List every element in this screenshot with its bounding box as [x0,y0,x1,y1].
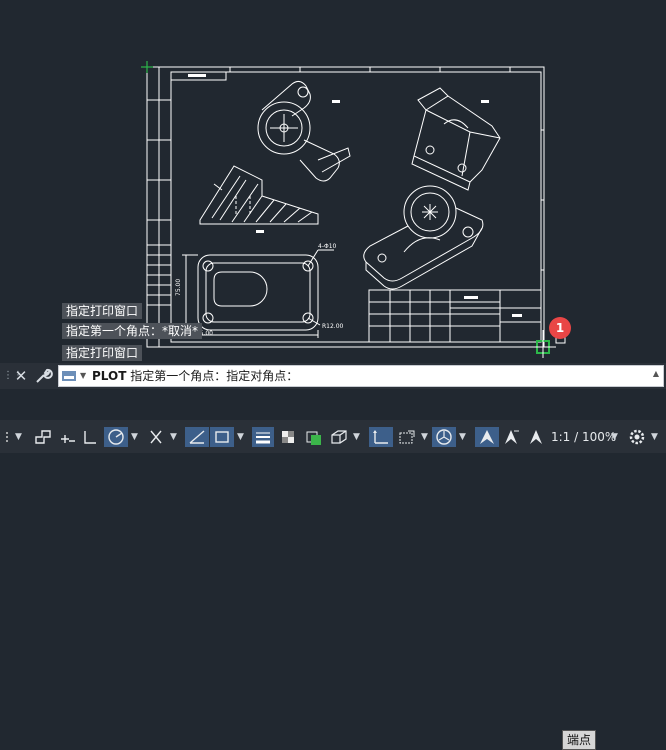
command-history-icon[interactable] [62,371,76,381]
command-keyword: PLOT [92,369,127,383]
customize-wrench-icon[interactable] [33,367,53,385]
lever-section-view [257,80,351,182]
gear-icon[interactable] [626,427,648,447]
chevron-down-icon[interactable]: ▼ [353,427,360,447]
gizmo-icon[interactable] [432,427,456,447]
command-prompt-text: 指定第一个角点：指定对角点： [130,369,299,383]
dim-radius-label: R12.00 [322,323,344,330]
history-line: 指定第一个角点：*取消* [62,323,203,339]
lineweight-icon[interactable] [252,427,274,447]
history-line: 指定打印窗口 [62,303,143,319]
chevron-down-icon[interactable]: ▼ [237,427,244,447]
snap-mode-icon[interactable] [32,427,54,447]
chevron-down-icon[interactable]: ▼ [131,427,138,447]
dim-height-label: 75.00 [175,279,182,296]
3d-object-snap-icon[interactable] [328,427,350,447]
wedge-section-view [199,165,319,225]
command-input[interactable]: ▼ PLOT 指定第一个角点：指定对角点： ▲ [58,365,664,387]
annotation-scale-value[interactable]: 1:1 / 100% [551,427,616,447]
chevron-down-icon[interactable]: ▼ [611,427,618,447]
chevron-up-icon[interactable]: ▲ [653,369,659,378]
model-space-canvas[interactable]: 165.00 75.00 R12.00 4-Φ10 指定打印窗口 指定第一个角点… [0,0,666,392]
annotation-visibility-icon[interactable] [475,427,499,447]
lever-isometric-view [363,185,484,290]
osnap-tooltip: 端点 [562,730,597,750]
object-snap-tracking-icon[interactable] [185,427,209,447]
chevron-down-icon[interactable]: ▼ [15,427,22,447]
polar-tracking-icon[interactable] [104,427,128,447]
history-line: 指定打印窗口 [62,345,143,361]
chevron-down-icon[interactable]: ▼ [421,427,428,447]
auto-scale-icon[interactable] [500,427,522,447]
dim-hole-label: 4-Φ10 [318,243,337,250]
command-line-bar: ⋮⋮ ✕ ▼ PLOT 指定第一个角点：指定对角点： ▲ 端点 [0,363,666,750]
close-icon[interactable]: ✕ [14,367,28,385]
transparency-icon[interactable] [277,427,299,447]
dynamic-ucs-icon[interactable] [369,427,393,447]
plate-top-view [182,249,334,338]
selection-filter-icon[interactable] [396,427,418,447]
selection-cycling-icon[interactable] [302,427,324,447]
sheet-outer-frame [146,66,545,348]
object-snap-icon[interactable] [210,427,234,447]
status-bar: ▼ ▼ ▼ ▼ ▼ ▼ ▼ 1:1 / 100% ▼ ▼ [0,420,666,453]
chevron-down-icon[interactable]: ▼ [170,427,177,447]
step-badge: 1 [549,317,571,339]
isodraft-icon[interactable] [145,427,167,447]
command-prompt: PLOT 指定第一个角点：指定对角点： [92,366,298,386]
status-grip-icon[interactable] [3,427,13,447]
ortho-mode-icon[interactable] [80,427,100,447]
chevron-down-icon[interactable]: ▼ [80,369,86,383]
infer-constraints-icon[interactable] [57,427,79,447]
bracket-isometric-view [411,87,501,191]
chevron-down-icon[interactable]: ▼ [651,427,658,447]
annotation-scale-icon[interactable] [525,427,547,447]
grip-handle-icon[interactable]: ⋮⋮ [3,368,23,384]
chevron-down-icon[interactable]: ▼ [459,427,466,447]
